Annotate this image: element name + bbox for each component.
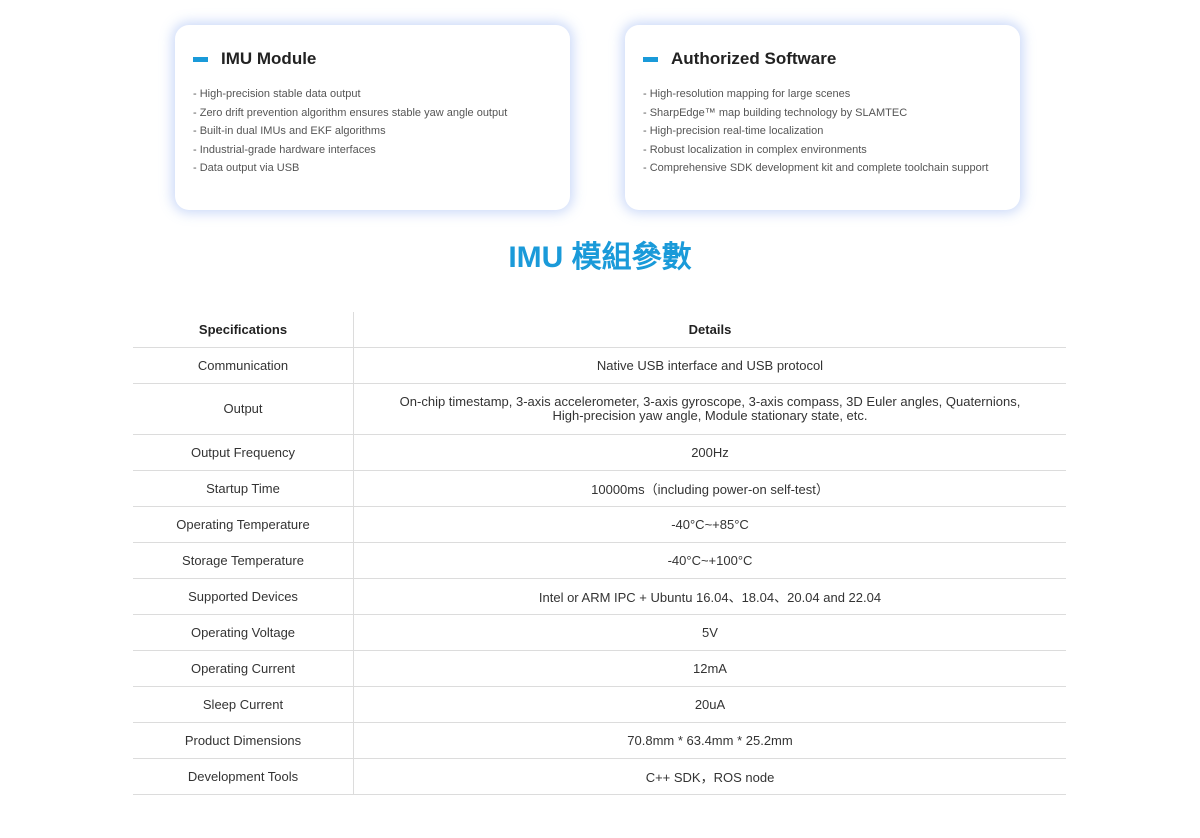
table-row: Output On-chip timestamp, 3-axis accelero… — [133, 383, 1066, 435]
feature-item: - Zero drift prevention algorithm ensure… — [193, 106, 508, 119]
spec-name: Output Frequency — [133, 434, 354, 471]
table-row: Operating Temperature -40°C~+85°C — [133, 506, 1066, 543]
spec-name: Output — [133, 383, 354, 435]
table-row: Operating Voltage 5V — [133, 614, 1066, 651]
spec-name: Development Tools — [133, 758, 354, 795]
spec-detail: 200Hz — [353, 434, 1066, 471]
spec-detail: -40°C~+100°C — [353, 542, 1066, 579]
spec-name: Supported Devices — [133, 578, 354, 615]
spec-name: Operating Current — [133, 650, 354, 687]
spec-detail: Intel or ARM IPC + Ubuntu 16.04、18.04、20… — [353, 578, 1066, 615]
spec-name: Storage Temperature — [133, 542, 354, 579]
card-title: Authorized Software — [671, 49, 837, 68]
table-row: Development Tools C++ SDK，ROS node — [133, 758, 1066, 795]
feature-item: - High-resolution mapping for large scen… — [643, 88, 851, 100]
feature-item: - High-precision stable data output — [193, 88, 361, 100]
feature-item: - Data output via USB — [193, 162, 300, 174]
header-details: Details — [353, 312, 1066, 348]
feature-item: - Industrial-grade hardware interfaces — [193, 143, 376, 156]
spec-detail: 10000ms（including power-on self-test） — [353, 470, 1066, 507]
accent-bar-icon — [193, 56, 208, 62]
table-row: Output Frequency 200Hz — [133, 434, 1066, 471]
feature-item: - Robust localization in complex environ… — [643, 143, 867, 156]
section-title: IMU 模組參數 — [508, 241, 692, 274]
spec-detail: 20uA — [353, 686, 1066, 723]
table-row: Communication Native USB interface and US… — [133, 347, 1066, 384]
spec-table: Specifications Details Communication Nati… — [133, 312, 1066, 795]
spec-name: Operating Voltage — [133, 614, 354, 651]
feature-item: - SharpEdge™ map building technology by … — [643, 106, 908, 119]
spec-detail: -40°C~+85°C — [353, 506, 1066, 543]
table-row: Startup Time 10000ms（including power-on s… — [133, 470, 1066, 507]
spec-detail: 12mA — [353, 650, 1066, 687]
spec-name: Sleep Current — [133, 686, 354, 723]
feature-item: - Comprehensive SDK development kit and … — [643, 162, 989, 174]
table-row: Supported Devices Intel or ARM IPC + Ubun… — [133, 578, 1066, 615]
accent-bar-icon — [643, 56, 658, 62]
spec-detail: C++ SDK，ROS node — [353, 758, 1066, 795]
table-row: Product Dimensions 70.8mm * 63.4mm * 25.2… — [133, 722, 1066, 759]
table-row: Storage Temperature -40°C~+100°C — [133, 542, 1066, 579]
spec-detail: 70.8mm * 63.4mm * 25.2mm — [353, 722, 1066, 759]
spec-detail: On-chip timestamp, 3-axis accelerometer,… — [353, 383, 1066, 435]
feature-item: - High-precision real-time localization — [643, 125, 824, 137]
feature-item: - Built-in dual IMUs and EKF algorithms — [193, 125, 386, 137]
spec-name: Communication — [133, 347, 354, 384]
spec-detail: 5V — [353, 614, 1066, 651]
spec-detail: Native USB interface and USB protocol — [353, 347, 1066, 384]
spec-name: Product Dimensions — [133, 722, 354, 759]
header-specifications: Specifications — [133, 312, 354, 348]
table-row: Sleep Current 20uA — [133, 686, 1066, 723]
imu-module-card: IMU Module - High-precision stable data … — [175, 25, 570, 210]
table-row: Operating Current 12mA — [133, 650, 1066, 687]
spec-name: Operating Temperature — [133, 506, 354, 543]
card-title: IMU Module — [221, 49, 317, 68]
authorized-software-card: Authorized Software - High-resolution ma… — [625, 25, 1020, 210]
spec-name: Startup Time — [133, 470, 354, 507]
